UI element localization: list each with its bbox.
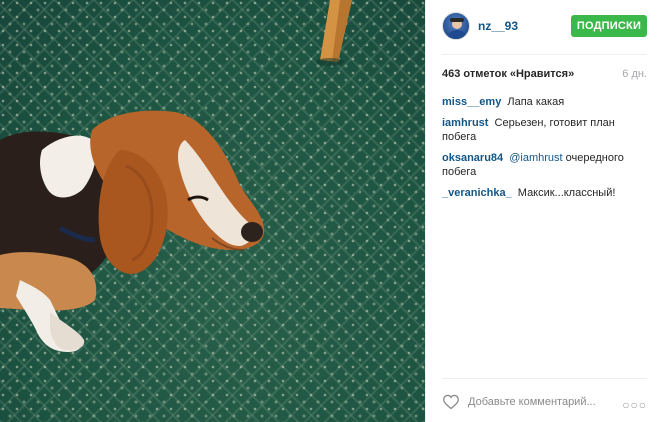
beagle-illustration (0, 0, 352, 352)
comment: oksanaru84 @iamhrust очередного побега (442, 151, 647, 179)
post-footer: ○○○ (442, 392, 647, 412)
comment: _veranichka_ Максик...классный! (442, 186, 647, 200)
comment-author[interactable]: _veranichka_ (442, 187, 512, 199)
likes-row: 463 отметок «Нравится» 6 дн. (442, 68, 647, 84)
comment: iamhrust Серьезен, готовит план побега (442, 116, 647, 144)
footer-divider (442, 378, 647, 379)
follow-button[interactable]: ПОДПИСКИ (571, 15, 647, 37)
post-sidebar: nz__93 ПОДПИСКИ 463 отметок «Нравится» 6… (425, 0, 660, 422)
comment-author[interactable]: miss__emy (442, 96, 501, 108)
comments-list: miss__emy Лапа какая iamhrust Серьезен, … (442, 95, 647, 207)
post-time[interactable]: 6 дн. (622, 68, 647, 80)
comment-mention[interactable]: @iamhrust (509, 152, 562, 164)
avatar-image (447, 18, 467, 39)
comment-text: Максик...классный! (517, 187, 616, 199)
comment-input[interactable] (468, 393, 618, 411)
heart-icon[interactable] (442, 394, 460, 410)
comment-author[interactable]: oksanaru84 (442, 152, 503, 164)
header-divider (442, 54, 647, 55)
comment: miss__emy Лапа какая (442, 95, 647, 109)
avatar[interactable] (442, 12, 470, 40)
more-options-icon[interactable]: ○○○ (622, 398, 647, 412)
post-header: nz__93 ПОДПИСКИ (442, 12, 647, 42)
post-photo[interactable] (0, 0, 425, 422)
username-link[interactable]: nz__93 (478, 19, 518, 33)
comment-author[interactable]: iamhrust (442, 117, 488, 129)
likes-count[interactable]: 463 отметок «Нравится» (442, 68, 574, 80)
comment-text: Лапа какая (507, 96, 565, 108)
